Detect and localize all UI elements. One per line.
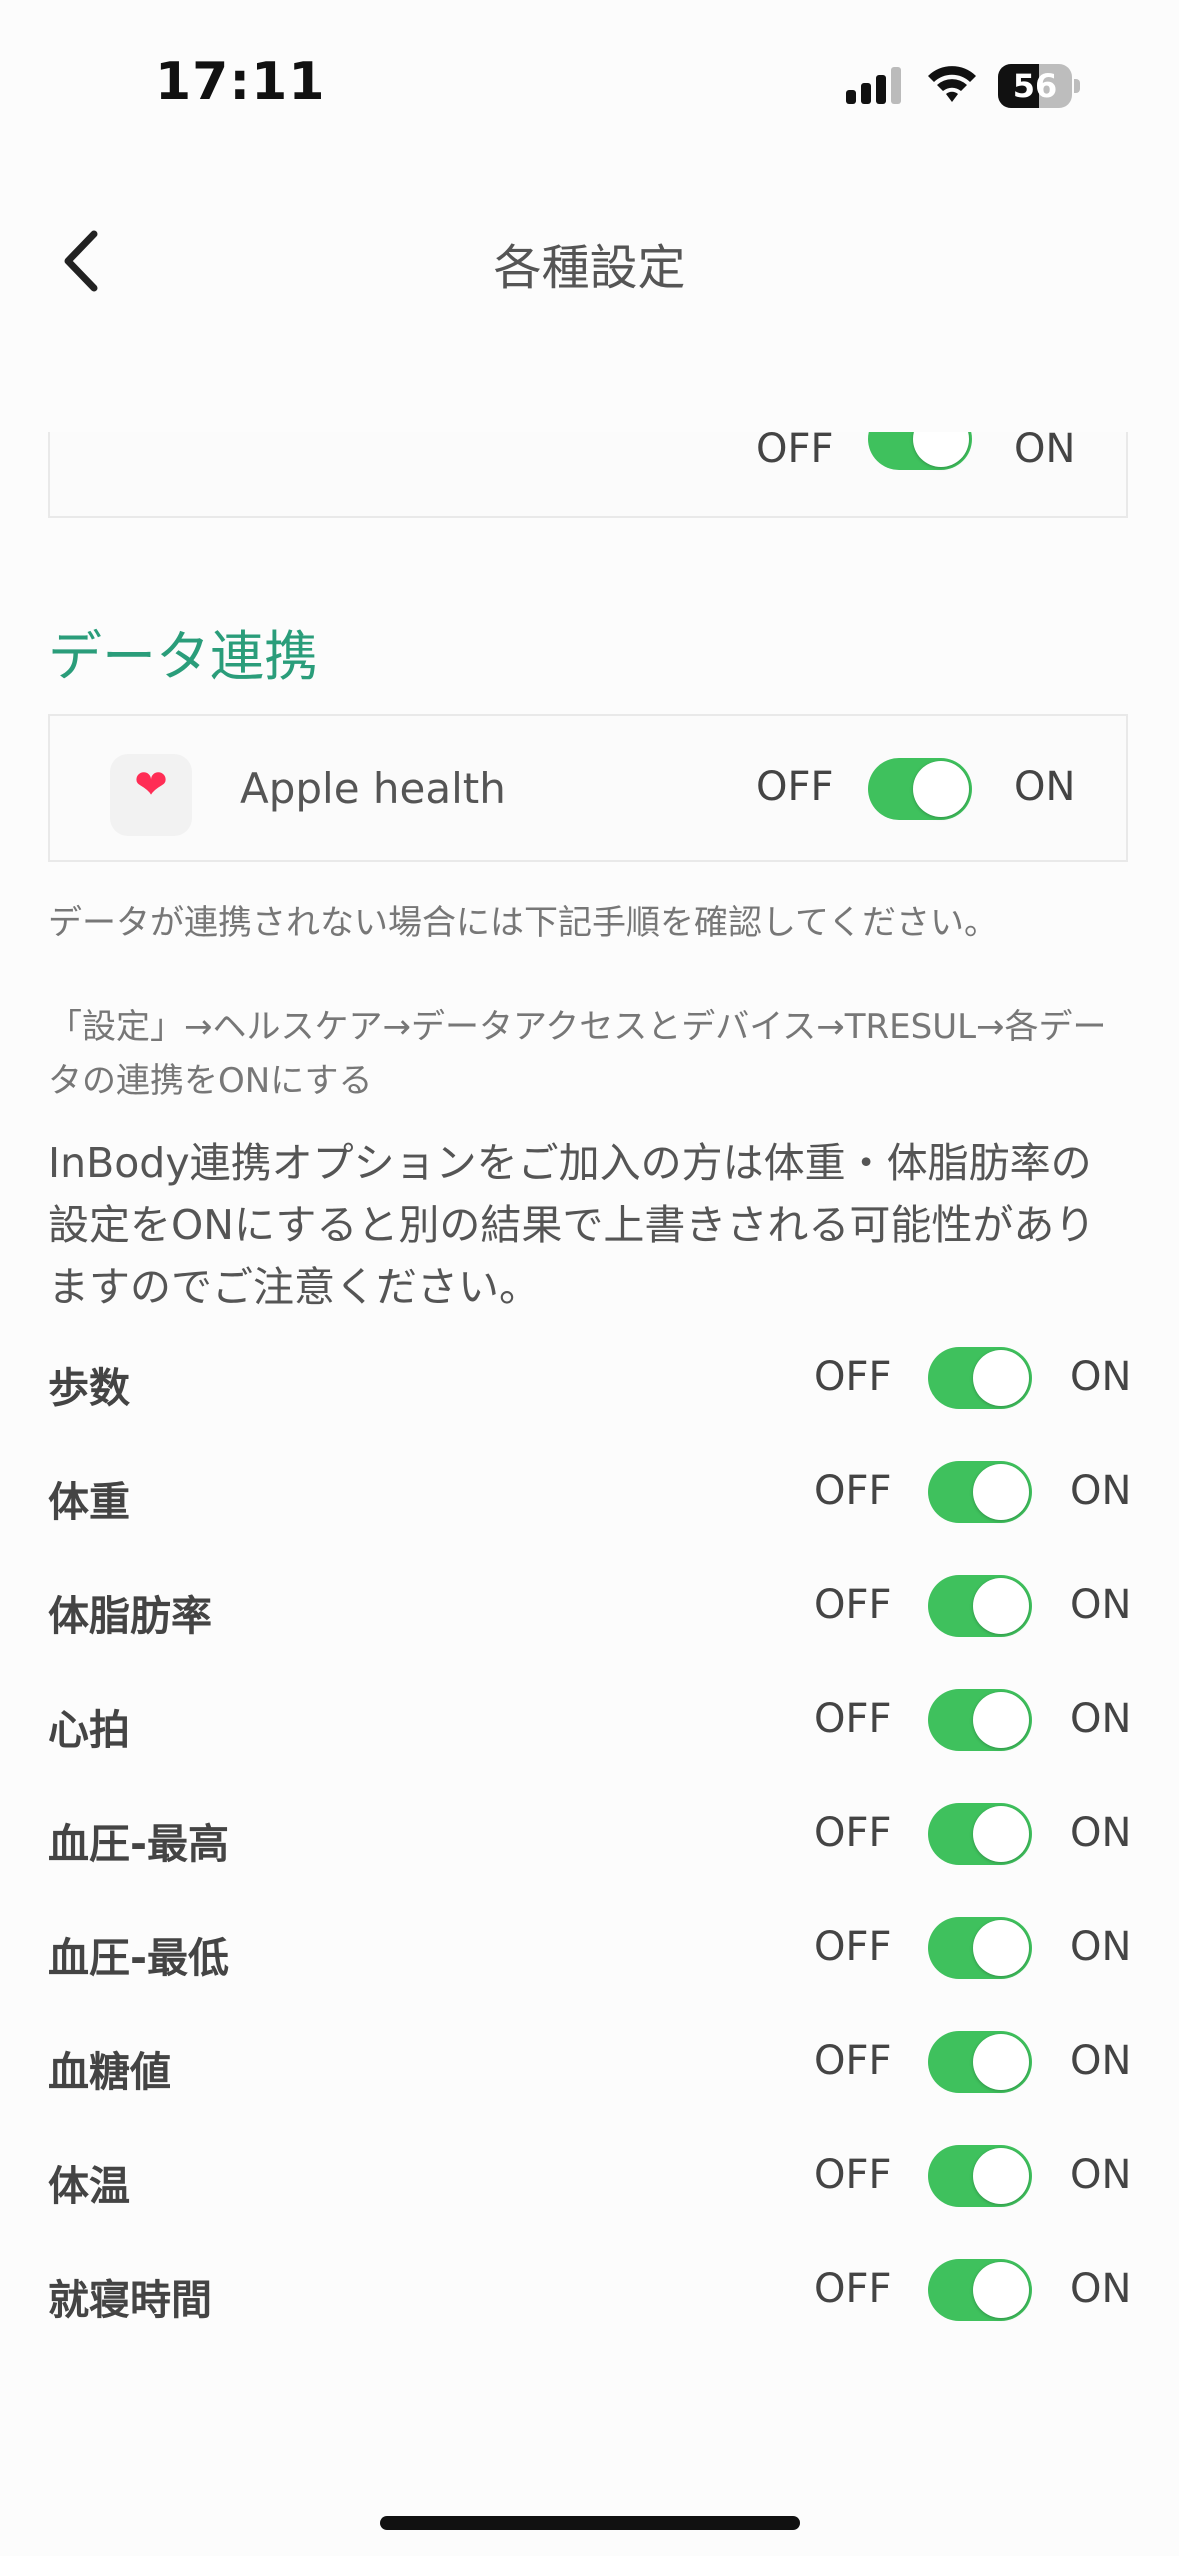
battery-percent: 56 — [1012, 67, 1058, 105]
on-label: ON — [1070, 2038, 1132, 2084]
sync-steps-note: 「設定」→ヘルスケア→データアクセスとデバイス→TRESUL→各データの連携をO… — [48, 1007, 1107, 1101]
status-time: 17:11 — [155, 52, 326, 112]
setting-label: 就寝時間 — [48, 2276, 212, 2324]
on-label: ON — [1014, 764, 1076, 810]
wifi-icon — [928, 66, 976, 102]
setting-label: 歩数 — [48, 1364, 130, 1412]
section-title-data-link: データ連携 — [48, 625, 318, 688]
setting-toggle[interactable] — [928, 1689, 1032, 1751]
setting-label: 体温 — [48, 2162, 130, 2210]
setting-toggle[interactable] — [928, 1461, 1032, 1523]
off-label: OFF — [814, 1924, 892, 1970]
off-label: OFF — [814, 2038, 892, 2084]
off-label: OFF — [814, 2266, 892, 2312]
on-label: ON — [1070, 1354, 1132, 1400]
on-label: ON — [1070, 2152, 1132, 2198]
setting-toggle[interactable] — [928, 1917, 1032, 1979]
on-label: ON — [1070, 1810, 1132, 1856]
off-label: OFF — [814, 1468, 892, 1514]
page-title: 各種設定 — [493, 240, 686, 296]
apple-health-toggle[interactable] — [868, 758, 972, 820]
heart-icon: ❤ — [134, 762, 168, 808]
off-label: OFF — [814, 1810, 892, 1856]
apple-health-card: ❤ Apple health OFF ON — [48, 714, 1128, 862]
apple-health-icon: ❤ — [110, 754, 192, 836]
on-label: ON — [1070, 2266, 1132, 2312]
setting-toggle[interactable] — [928, 1575, 1032, 1637]
setting-label: 血圧-最低 — [48, 1934, 230, 1982]
on-label: ON — [1070, 1468, 1132, 1514]
setting-toggle[interactable] — [928, 2259, 1032, 2321]
setting-toggle[interactable] — [928, 2031, 1032, 2093]
off-label: OFF — [756, 432, 834, 472]
cellular-signal-icon — [846, 67, 901, 104]
setting-label: 血糖値 — [48, 2048, 171, 2096]
settings-card-partial: OFF ON — [48, 432, 1128, 518]
toggle-switch[interactable] — [868, 432, 972, 470]
home-indicator — [380, 2516, 800, 2530]
off-label: OFF — [814, 1354, 892, 1400]
off-label: OFF — [814, 1582, 892, 1628]
status-bar: 17:11 56 — [0, 0, 1179, 170]
on-label: ON — [1014, 432, 1076, 472]
setting-toggle[interactable] — [928, 1803, 1032, 1865]
setting-label: 血圧-最高 — [48, 1820, 230, 1868]
battery-icon: 56 — [998, 64, 1080, 108]
setting-toggle[interactable] — [928, 1347, 1032, 1409]
apple-health-label: Apple health — [240, 764, 506, 813]
on-label: ON — [1070, 1582, 1132, 1628]
on-label: ON — [1070, 1696, 1132, 1742]
setting-label: 体重 — [48, 1478, 130, 1526]
setting-label: 心拍 — [48, 1706, 130, 1754]
sync-help-note: データが連携されない場合には下記手順を確認してください。 — [48, 903, 998, 943]
inbody-warning-note: InBody連携オプションをご加入の方は体重・体脂肪率の設定をONにすると別の結… — [48, 1139, 1096, 1311]
off-label: OFF — [756, 764, 834, 810]
on-label: ON — [1070, 1924, 1132, 1970]
off-label: OFF — [814, 1696, 892, 1742]
setting-label: 体脂肪率 — [48, 1592, 212, 1640]
off-label: OFF — [814, 2152, 892, 2198]
setting-toggle[interactable] — [928, 2145, 1032, 2207]
